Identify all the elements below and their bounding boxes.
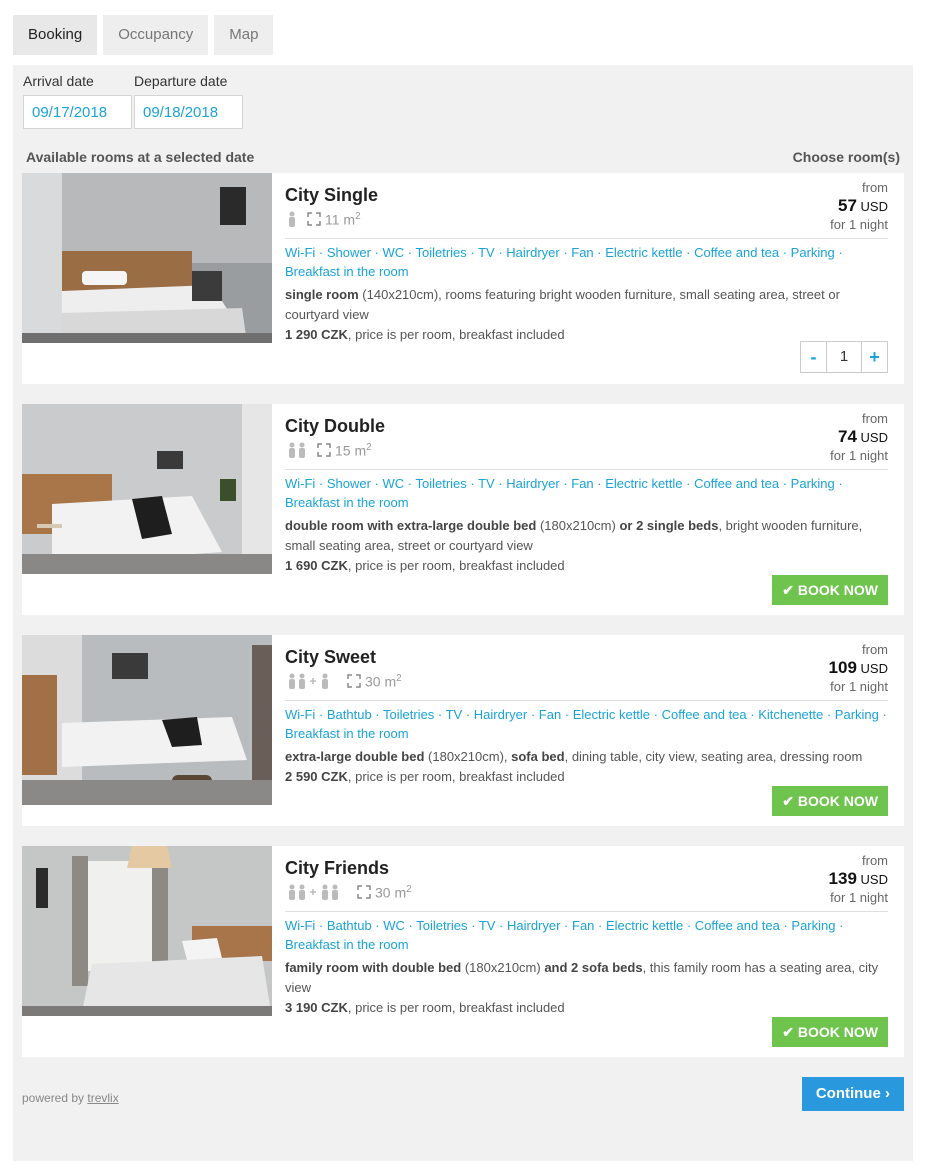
- room-card-city-friends: City Friends 30 m2 from 139 USD for 1 ni…: [22, 846, 904, 1057]
- choose-rooms-heading: Choose room(s): [792, 149, 900, 165]
- book-now-button[interactable]: ✔ BOOK NOW: [772, 575, 888, 605]
- departure-date-label: Departure date: [134, 73, 228, 89]
- four-persons-icon: [287, 884, 341, 901]
- room-description: extra-large double bed (180x210cm), sofa…: [285, 749, 863, 764]
- price-nights: for 1 night: [830, 890, 888, 905]
- chevron-right-icon: ›: [885, 1085, 890, 1102]
- room-price-note: 1 690 CZK, price is per room, breakfast …: [285, 558, 565, 573]
- price-block: from 139 USD for 1 night: [829, 852, 888, 907]
- price-amount: 74: [838, 427, 857, 446]
- available-rooms-heading: Available rooms at a selected date: [26, 149, 255, 165]
- room-size: 30 m2: [375, 884, 412, 901]
- price-amount: 109: [828, 658, 857, 677]
- decrement-button[interactable]: -: [801, 342, 826, 372]
- amenities-list: Wi-Fi · Bathtub · WC · Toiletries · TV ·…: [285, 918, 844, 952]
- room-photo: [22, 404, 272, 574]
- room-title: City Friends: [285, 858, 390, 878]
- price-amount: 139: [828, 869, 857, 888]
- arrival-date-input[interactable]: 09/17/2018: [23, 95, 132, 129]
- price-nights: for 1 night: [830, 679, 888, 694]
- departure-date-input[interactable]: 09/18/2018: [134, 95, 243, 129]
- room-price-note: 3 190 CZK, price is per room, breakfast …: [285, 1000, 565, 1015]
- book-now-button[interactable]: ✔ BOOK NOW: [772, 1017, 888, 1047]
- price-amount: 57: [838, 196, 857, 215]
- increment-button[interactable]: +: [862, 342, 887, 372]
- room-price-note: 2 590 CZK, price is per room, breakfast …: [285, 769, 565, 784]
- divider: [285, 700, 888, 701]
- size-icon: [307, 212, 321, 227]
- size-icon: [317, 443, 331, 458]
- amenities-list: Wi-Fi · Bathtub · Toiletries · TV · Hair…: [285, 707, 887, 741]
- price-currency: USD: [860, 872, 888, 887]
- divider: [285, 469, 888, 470]
- room-meta: 30 m2: [287, 673, 402, 690]
- amenities-list: Wi-Fi · Shower · WC · Toiletries · TV · …: [285, 476, 843, 510]
- size-icon: [357, 885, 371, 900]
- continue-button[interactable]: Continue ›: [801, 1077, 904, 1111]
- room-size: 11 m2: [325, 211, 361, 228]
- book-now-button[interactable]: ✔ BOOK NOW: [772, 786, 888, 816]
- size-icon: [347, 674, 361, 689]
- price-block: from 109 USD for 1 night: [829, 641, 888, 696]
- divider: [285, 911, 888, 912]
- divider: [285, 238, 888, 239]
- room-meta: 30 m2: [287, 884, 412, 901]
- quantity-stepper: - 1 +: [800, 341, 888, 373]
- price-from: from: [862, 853, 888, 868]
- amenities-list: Wi-Fi · Shower · WC · Toiletries · TV · …: [285, 245, 843, 279]
- price-from: from: [862, 642, 888, 657]
- price-currency: USD: [860, 661, 888, 676]
- two-persons-icon: [287, 442, 307, 459]
- room-title: City Single: [285, 185, 379, 205]
- price-from: from: [862, 411, 888, 426]
- room-description: family room with double bed (180x210cm) …: [285, 960, 879, 995]
- room-title: City Double: [285, 416, 386, 436]
- price-currency: USD: [860, 430, 888, 445]
- room-photo: [22, 635, 272, 805]
- arrival-date-label: Arrival date: [23, 73, 94, 89]
- person-icon: [287, 211, 297, 228]
- powered-by: powered by trevlix: [22, 1091, 119, 1105]
- room-photo: [22, 846, 272, 1016]
- two-persons-plus-one-icon: [287, 673, 331, 690]
- tab-booking[interactable]: Booking: [13, 15, 98, 55]
- room-title: City Sweet: [285, 647, 377, 667]
- room-description: single room (140x210cm), rooms featuring…: [285, 287, 840, 322]
- room-photo: [22, 173, 272, 343]
- booking-panel: Arrival date Departure date 09/17/2018 0…: [13, 65, 913, 1161]
- quantity-value[interactable]: 1: [826, 342, 862, 372]
- room-card-city-sweet: City Sweet 30 m2 from 109 USD for 1 nigh…: [22, 635, 904, 826]
- room-card-city-single: City Single 11 m2 from 57 USD for 1 nigh…: [22, 173, 904, 384]
- price-currency: USD: [860, 199, 888, 214]
- price-nights: for 1 night: [830, 217, 888, 232]
- tab-bar: Booking Occupancy Map: [13, 15, 274, 55]
- room-size: 30 m2: [365, 673, 402, 690]
- price-nights: for 1 night: [830, 448, 888, 463]
- price-block: from 57 USD for 1 night: [830, 179, 888, 234]
- room-card-city-double: City Double 15 m2 from 74 USD for 1 nigh…: [22, 404, 904, 615]
- price-block: from 74 USD for 1 night: [830, 410, 888, 465]
- room-description: double room with extra-large double bed …: [285, 518, 863, 553]
- room-price-note: 1 290 CZK, price is per room, breakfast …: [285, 327, 565, 342]
- tab-occupancy[interactable]: Occupancy: [103, 15, 209, 55]
- room-meta: 11 m2: [287, 211, 361, 228]
- tab-map[interactable]: Map: [214, 15, 274, 55]
- trevlix-link[interactable]: trevlix: [87, 1091, 118, 1105]
- room-size: 15 m2: [335, 442, 372, 459]
- price-from: from: [862, 180, 888, 195]
- room-meta: 15 m2: [287, 442, 372, 459]
